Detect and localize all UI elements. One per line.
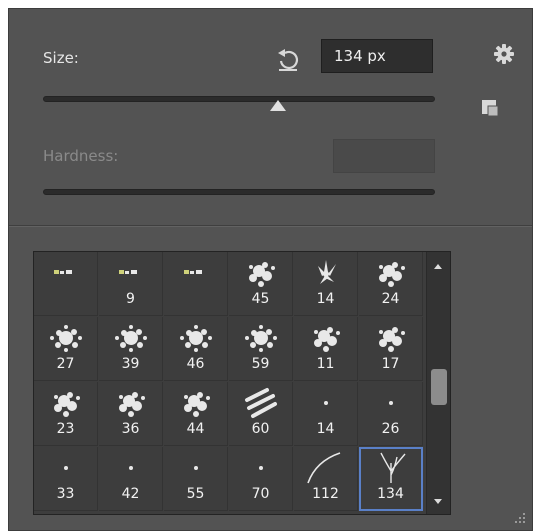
brush-preset-cell[interactable]: 11: [294, 317, 358, 381]
size-slider-thumb[interactable]: [270, 100, 286, 111]
preset-scrollbar[interactable]: [426, 252, 450, 514]
size-slider-track[interactable]: [43, 96, 435, 111]
brush-preset-cell[interactable]: 60: [229, 382, 293, 446]
brush-size-label: 11: [316, 356, 335, 372]
brush-size-label: 42: [121, 486, 140, 502]
brush-preset-cell[interactable]: 33: [34, 447, 98, 511]
brush-size-label: 134: [377, 486, 404, 502]
spray-brush-icon: [115, 325, 147, 352]
splatter-brush-icon: [119, 392, 145, 417]
brush-preset-cell[interactable]: 70: [229, 447, 293, 511]
brush-preset-cell[interactable]: 55: [164, 447, 228, 511]
scroll-down-arrow-icon[interactable]: [434, 499, 442, 504]
small-dabs-brush-icon: [184, 270, 202, 274]
hardness-input[interactable]: [333, 139, 435, 173]
brush-size-label: 60: [251, 421, 270, 437]
brush-size-label: 23: [56, 421, 75, 437]
size-label: Size:: [43, 49, 79, 67]
scroll-thumb[interactable]: [431, 369, 447, 405]
brush-preset-cell[interactable]: 44: [164, 382, 228, 446]
dot-brush-icon: [389, 401, 393, 405]
brush-size-label: 59: [251, 356, 270, 372]
dot-brush-icon: [194, 466, 198, 470]
brush-preset-cell[interactable]: 17: [359, 317, 423, 381]
hardness-label: Hardness:: [43, 147, 119, 165]
panel-divider: [9, 225, 532, 227]
small-dabs-brush-icon: [119, 270, 137, 274]
dot-brush-icon: [129, 466, 133, 470]
brush-preset-cell[interactable]: 39: [99, 317, 163, 381]
brush-preset-cell[interactable]: 45: [229, 252, 293, 316]
grass-stroke-brush-icon: [380, 452, 406, 483]
spray-brush-icon: [50, 325, 82, 352]
brush-preset-cell[interactable]: 112: [294, 447, 358, 511]
brush-preset-picker: 9 45 14 24 27 39 46 59 11 17 23 36 44 60 14 26 33 42 55 70 1…: [33, 251, 451, 515]
splatter-brush-icon: [184, 392, 210, 417]
brush-preset-cell[interactable]: 59: [229, 317, 293, 381]
dot-brush-icon: [259, 466, 263, 470]
splatter-brush-icon: [314, 327, 340, 352]
streaks-brush-icon: [245, 388, 277, 418]
brush-size-label: 17: [381, 356, 400, 372]
brush-preset-cell[interactable]: [34, 252, 98, 316]
brush-size-label: 14: [316, 291, 335, 307]
brush-preset-cell[interactable]: 14: [294, 252, 358, 316]
spray-brush-icon: [180, 325, 212, 352]
brush-size-label: 14: [316, 421, 335, 437]
brush-preset-cell[interactable]: 27: [34, 317, 98, 381]
brush-size-label: 9: [126, 291, 135, 307]
spray-brush-icon: [245, 325, 277, 352]
brush-preset-cell[interactable]: 9: [99, 252, 163, 316]
splatter-brush-icon: [379, 262, 405, 287]
dot-brush-icon: [64, 466, 68, 470]
reset-icon[interactable]: [275, 48, 301, 72]
dot-brush-icon: [324, 401, 328, 405]
brush-preset-cell[interactable]: 36: [99, 382, 163, 446]
splatter-brush-icon: [379, 327, 405, 352]
hardness-slider-track[interactable]: [43, 189, 435, 195]
brush-preset-cell[interactable]: 46: [164, 317, 228, 381]
scroll-up-arrow-icon[interactable]: [434, 264, 442, 269]
brush-preset-grid: 9 45 14 24 27 39 46 59 11 17 23 36 44 60 14 26 33 42 55 70 1…: [34, 252, 424, 511]
brush-size-label: 24: [381, 291, 400, 307]
brush-preset-cell[interactable]: 26: [359, 382, 423, 446]
brush-size-label: 45: [251, 291, 270, 307]
brush-options-panel: Size: 134 px Hardness: 9 45 14 24 27 39 46 59 11…: [8, 8, 533, 531]
splatter-brush-icon: [54, 392, 80, 417]
spikes-brush-icon: [318, 260, 336, 284]
curve-stroke-brush-icon: [307, 452, 341, 484]
brush-preset-cell[interactable]: [164, 252, 228, 316]
brush-size-label: 33: [56, 486, 75, 502]
splatter-brush-icon: [249, 262, 275, 287]
small-dabs-brush-icon: [54, 270, 72, 274]
resize-grip-icon[interactable]: [513, 511, 527, 525]
brush-size-label: 39: [121, 356, 140, 372]
brush-size-label: 36: [121, 421, 140, 437]
brush-preset-cell[interactable]: 42: [99, 447, 163, 511]
brush-preset-cell[interactable]: 24: [359, 252, 423, 316]
brush-size-label: 55: [186, 486, 205, 502]
brush-size-label: 26: [381, 421, 400, 437]
brush-size-label: 70: [251, 486, 270, 502]
preset-options-icon[interactable]: [480, 98, 500, 118]
brush-size-label: 112: [312, 486, 339, 502]
brush-preset-cell[interactable]: 23: [34, 382, 98, 446]
gear-icon[interactable]: [493, 43, 515, 65]
brush-size-label: 44: [186, 421, 205, 437]
size-input[interactable]: 134 px: [321, 39, 433, 73]
brush-preset-cell[interactable]: 134: [359, 447, 423, 511]
brush-preset-cell[interactable]: 14: [294, 382, 358, 446]
brush-size-label: 27: [56, 356, 75, 372]
brush-size-label: 46: [186, 356, 205, 372]
